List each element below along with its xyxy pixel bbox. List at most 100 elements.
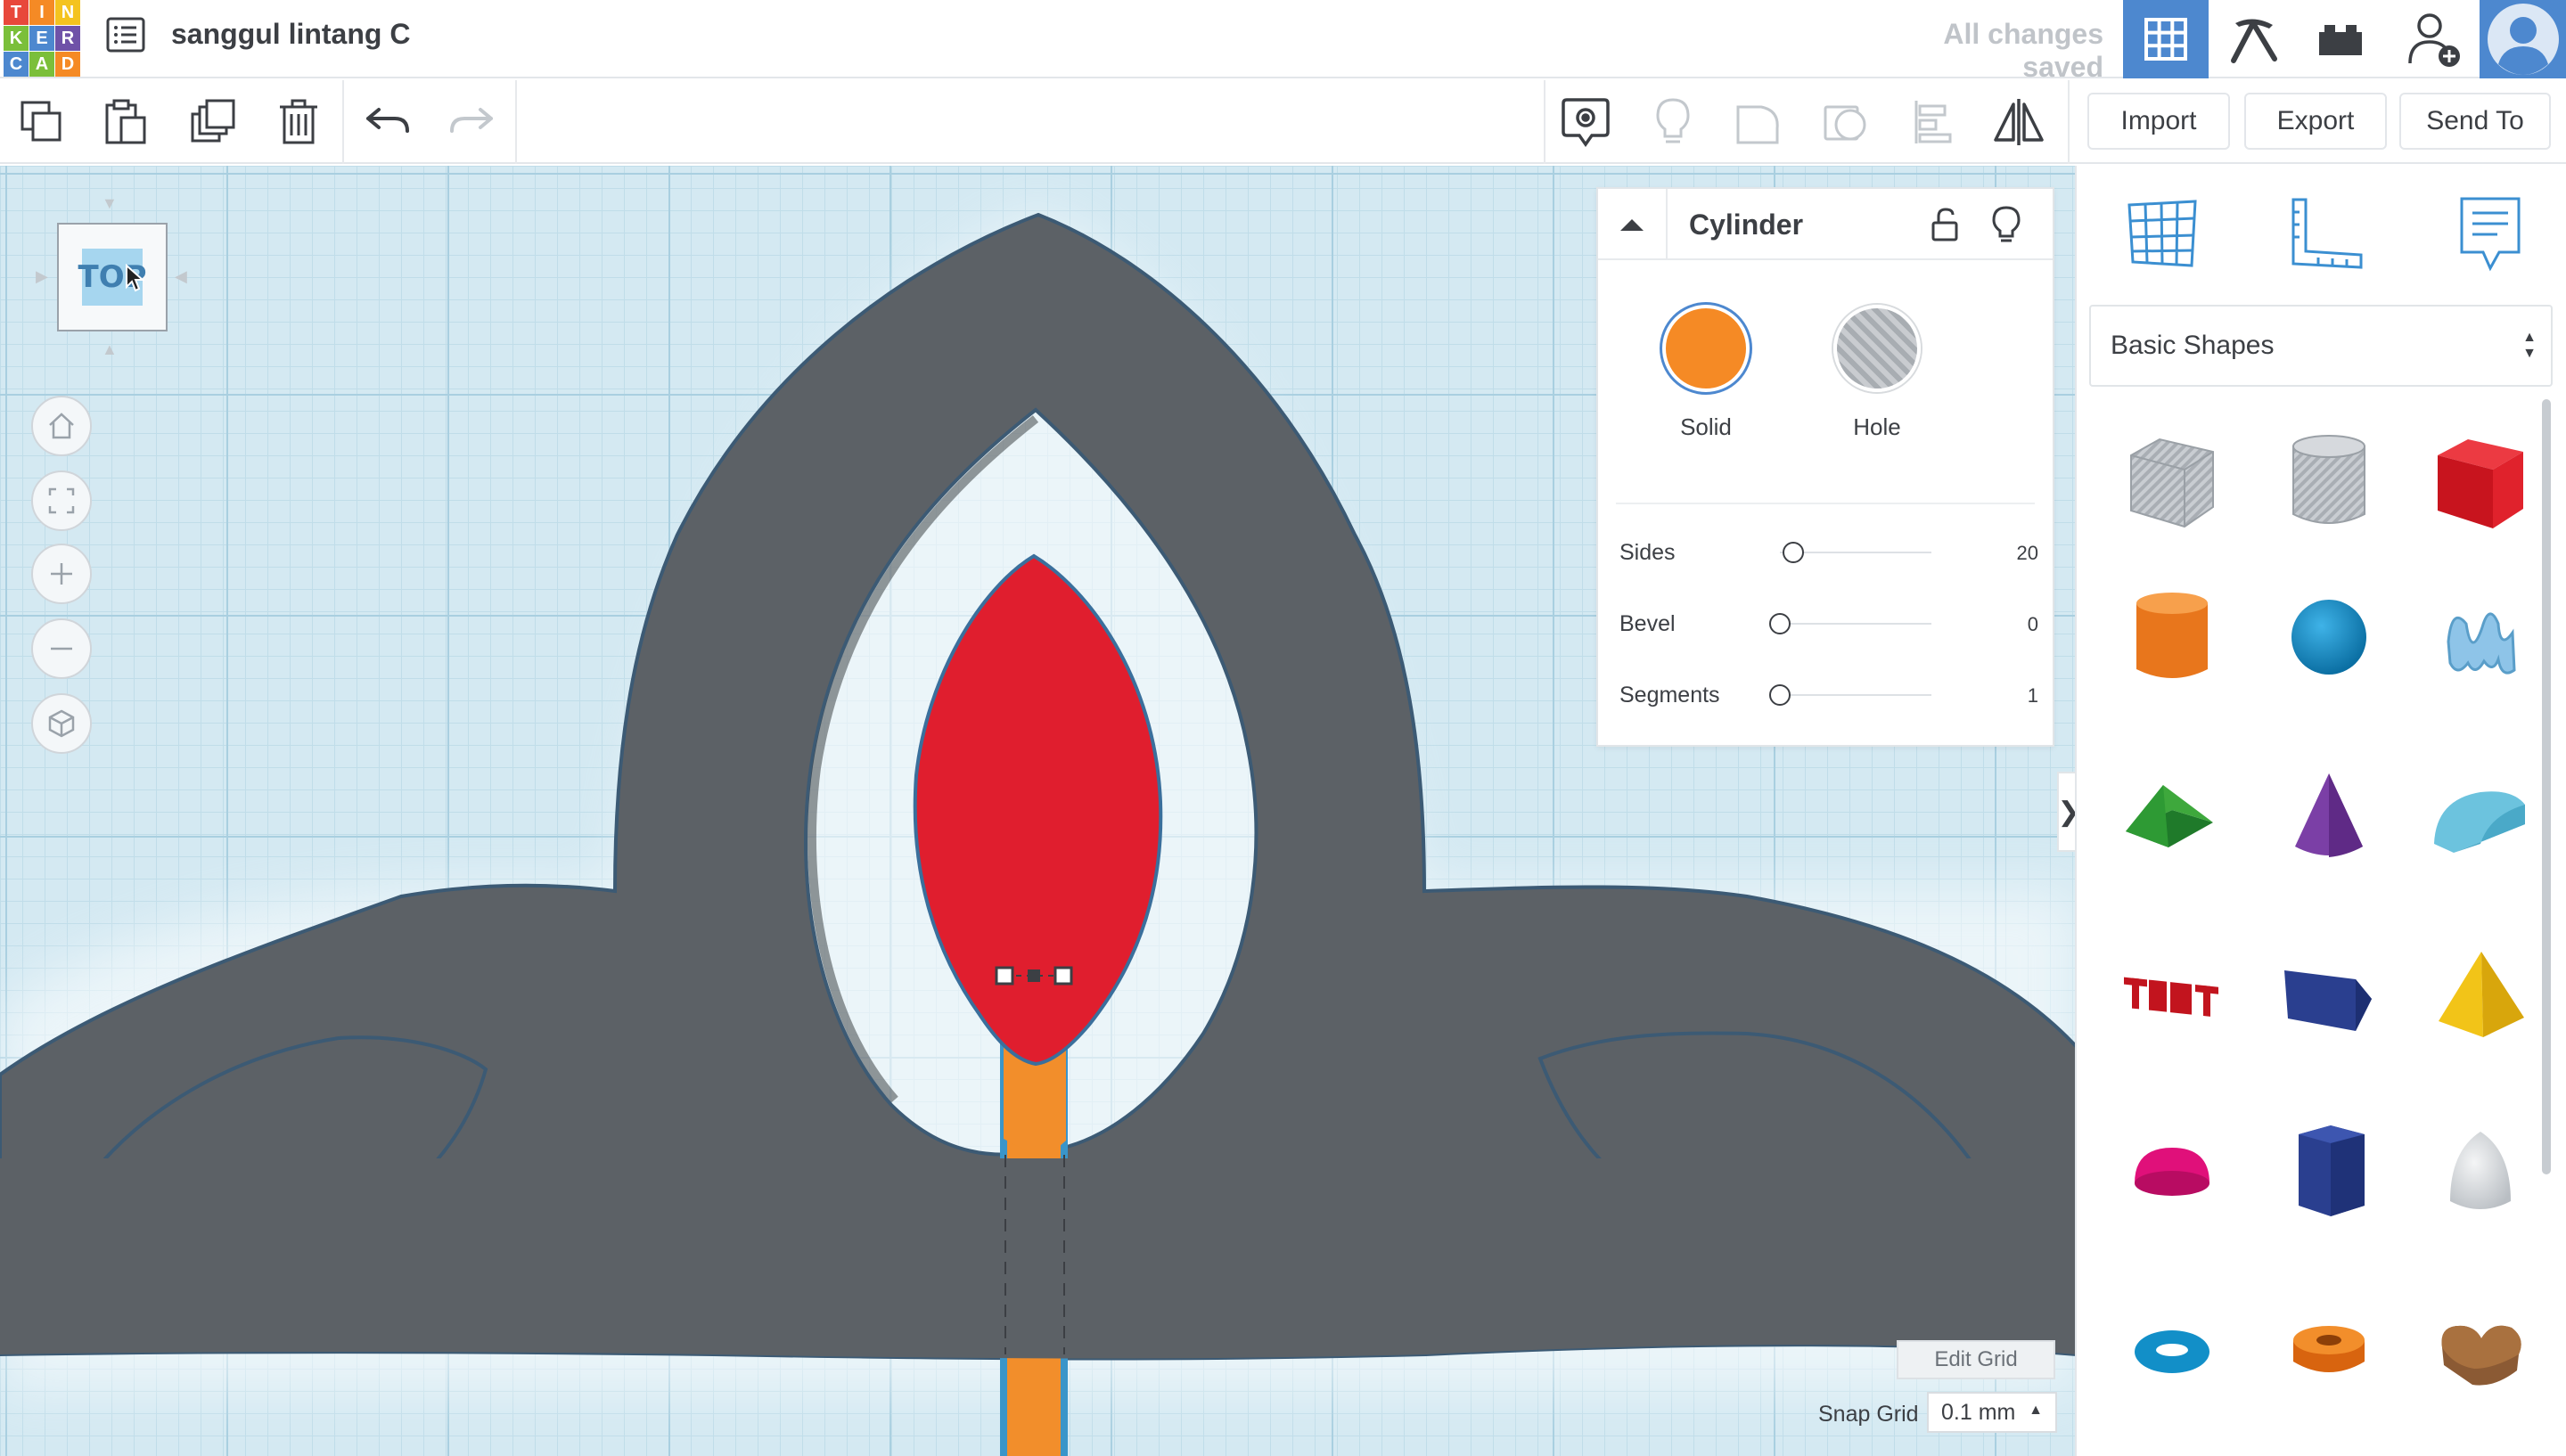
paraboloid-icon (2450, 1132, 2511, 1209)
user-avatar[interactable] (2480, 0, 2566, 78)
shape-box-hole[interactable] (2114, 424, 2230, 540)
param-value[interactable]: 1 (2028, 684, 2038, 708)
design-list-button[interactable] (103, 12, 148, 57)
3d-design-view-button[interactable] (2123, 0, 2209, 78)
shape-paraboloid[interactable] (2423, 1116, 2538, 1231)
shape-cylinder-hole[interactable] (2271, 424, 2387, 540)
copy-button[interactable] (12, 93, 71, 151)
hole-swatch[interactable] (1833, 305, 1921, 392)
cube-rotate-up-icon[interactable]: ▼ (102, 194, 118, 213)
redo-button[interactable] (442, 93, 501, 151)
shape-pyramid[interactable] (2423, 937, 2538, 1053)
send-to-button[interactable]: Send To (2399, 93, 2551, 150)
shape-heart[interactable] (2423, 1294, 2538, 1410)
mouse-cursor-icon (126, 264, 144, 292)
zoom-out-button[interactable] (31, 618, 92, 679)
fit-view-button[interactable] (31, 470, 92, 531)
hide-button[interactable] (1644, 93, 1702, 151)
fit-icon (48, 487, 75, 514)
param-value[interactable]: 20 (2017, 542, 2038, 565)
ruler-tool-button[interactable] (2282, 189, 2371, 278)
resize-handle[interactable] (1053, 966, 1073, 986)
logo-letter: R (55, 26, 80, 51)
shape-cylinder[interactable] (2114, 579, 2230, 695)
bevel-slider-knob[interactable] (1769, 613, 1791, 634)
cube-rotate-left-icon[interactable]: ▶ (36, 267, 48, 286)
sides-slider-knob[interactable] (1783, 542, 1805, 563)
shape-half-sphere[interactable] (2114, 1116, 2230, 1231)
shape-category-select[interactable]: Basic Shapes ▲ ▼ (2089, 305, 2553, 387)
zoom-in-button[interactable] (31, 544, 92, 604)
cylinder-hole-icon (2292, 435, 2365, 524)
shape-cone[interactable] (2271, 759, 2387, 875)
toolbar-divider (515, 80, 517, 164)
cube-icon (48, 709, 75, 738)
shape-round-roof[interactable] (2423, 759, 2538, 875)
solid-color-swatch[interactable] (1662, 305, 1750, 392)
undo-button[interactable] (358, 93, 417, 151)
home-view-button[interactable] (31, 396, 92, 456)
inspector-collapse-button[interactable] (1598, 189, 1668, 260)
scribble-icon (2447, 612, 2516, 675)
invite-user-button[interactable] (2392, 0, 2478, 78)
resize-handle-center[interactable] (1028, 969, 1040, 982)
copy-icon (20, 101, 61, 142)
param-value[interactable]: 0 (2028, 613, 2038, 636)
export-button[interactable]: Export (2244, 93, 2387, 150)
shape-roof[interactable] (2114, 759, 2230, 875)
note-icon (1562, 98, 1610, 148)
param-name: Bevel (1619, 611, 1676, 636)
cube-rotate-down-icon[interactable]: ▲ (102, 340, 118, 359)
edit-toolbar: Import Export Send To (0, 80, 2566, 164)
lock-icon[interactable] (1928, 207, 1963, 242)
align-button[interactable] (1904, 93, 1963, 151)
ungroup-button[interactable] (1816, 93, 1875, 151)
tinkercad-logo[interactable]: T I N K E R C A D (4, 0, 80, 77)
shape-box[interactable] (2423, 424, 2538, 540)
hole-mode-button[interactable]: Hole (1810, 305, 1944, 441)
snap-grid-value: 0.1 mm (1941, 1399, 2016, 1425)
resize-handle[interactable] (995, 966, 1014, 986)
shape-tube[interactable] (2271, 1294, 2387, 1410)
text-shape-icon (2124, 977, 2218, 1017)
hole-label: Hole (1853, 413, 1901, 440)
segments-slider-knob[interactable] (1769, 684, 1791, 706)
shape-text[interactable] (2114, 937, 2230, 1053)
snap-grid-select[interactable]: 0.1 mm ▲ (1927, 1392, 2057, 1433)
shape-torus[interactable] (2114, 1294, 2230, 1410)
home-icon (49, 413, 74, 439)
notes-tool-button[interactable] (2446, 189, 2535, 278)
edit-grid-button[interactable]: Edit Grid (1897, 1340, 2055, 1379)
duplicate-button[interactable] (184, 93, 242, 151)
cube-rotate-right-icon[interactable]: ◀ (175, 267, 187, 286)
delete-button[interactable] (269, 93, 328, 151)
bricks-button[interactable] (2298, 0, 2383, 78)
library-scrollbar[interactable] (2542, 399, 2551, 1174)
roof-icon (2126, 785, 2213, 847)
import-button[interactable]: Import (2087, 93, 2230, 150)
param-name: Sides (1619, 540, 1676, 565)
duplicate-icon (191, 99, 235, 143)
pickaxe-icon (2231, 19, 2277, 63)
shape-scribble[interactable] (2423, 579, 2538, 695)
perspective-button[interactable] (31, 693, 92, 754)
mirror-button[interactable] (1989, 93, 2048, 151)
shape-sphere[interactable] (2271, 579, 2387, 695)
group-button[interactable] (1729, 93, 1788, 151)
lightbulb-icon[interactable] (1988, 205, 2024, 244)
shape-wedge[interactable] (2271, 937, 2387, 1053)
shape-polygon[interactable] (2271, 1116, 2387, 1231)
bevel-slider-track[interactable] (1780, 623, 1931, 625)
notes-button[interactable] (1556, 93, 1615, 151)
undo-icon (366, 108, 409, 133)
view-cube[interactable]: TOP (57, 223, 168, 331)
segments-slider-track[interactable] (1780, 694, 1931, 696)
codeblocks-button[interactable] (2210, 0, 2296, 78)
paste-button[interactable] (96, 93, 155, 151)
solid-mode-button[interactable]: Solid (1639, 305, 1773, 441)
design-title[interactable]: sanggul lintang C (171, 18, 410, 51)
inspector-divider (1616, 503, 2035, 504)
solid-label: Solid (1680, 413, 1732, 440)
param-name: Segments (1619, 683, 1720, 708)
workplane-tool-button[interactable] (2118, 189, 2207, 278)
